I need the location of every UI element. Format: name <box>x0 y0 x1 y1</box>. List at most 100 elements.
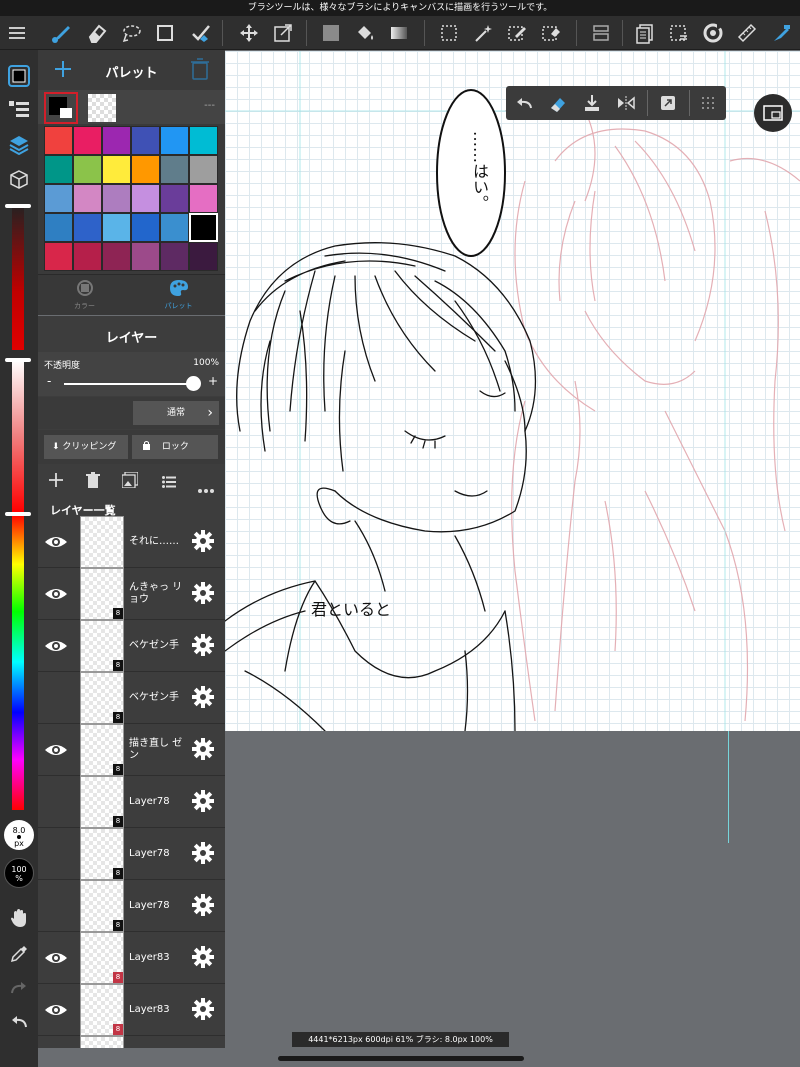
navigator-icon[interactable] <box>754 94 792 132</box>
color-swatch[interactable] <box>189 126 218 155</box>
fill-brush-icon[interactable] <box>184 16 218 50</box>
layer-row[interactable]: それに…… <box>38 516 225 568</box>
3d-material-icon[interactable] <box>4 166 34 194</box>
eye-icon[interactable] <box>44 998 68 1022</box>
opacity-track[interactable] <box>64 383 194 385</box>
color-swatch[interactable] <box>160 155 189 184</box>
color-swatch[interactable] <box>102 184 131 213</box>
color-swatch[interactable] <box>73 126 102 155</box>
undo-icon[interactable] <box>4 1008 34 1036</box>
color-swatch[interactable] <box>160 213 189 242</box>
merge-down-icon[interactable] <box>576 86 608 120</box>
eye-icon[interactable] <box>44 634 68 658</box>
gear-icon[interactable] <box>192 894 216 918</box>
move-icon[interactable] <box>232 16 266 50</box>
layer-list-view-icon[interactable] <box>162 473 176 492</box>
transform-icon[interactable] <box>266 16 300 50</box>
image-layer-icon[interactable] <box>121 471 139 492</box>
layer-row[interactable]: 8 ベケゼン手 <box>38 672 225 724</box>
gear-icon[interactable] <box>192 738 216 762</box>
trash-icon[interactable] <box>190 58 212 82</box>
opacity-minus-button[interactable]: - <box>47 374 51 388</box>
opacity-slider-handle[interactable] <box>5 358 31 362</box>
transparent-swatch[interactable] <box>88 94 116 122</box>
brush-size-indicator[interactable]: 8.0 px <box>4 820 34 850</box>
layers-panel-icon[interactable] <box>628 16 662 50</box>
color-chip-icon[interactable] <box>4 62 34 90</box>
color-swatch[interactable] <box>160 126 189 155</box>
color-swatch[interactable] <box>102 213 131 242</box>
hand-icon[interactable] <box>4 904 34 932</box>
color-swatch[interactable] <box>131 213 160 242</box>
gear-icon[interactable] <box>192 686 216 710</box>
color-swatch[interactable] <box>189 184 218 213</box>
select-toggle-icon[interactable] <box>662 16 696 50</box>
color-swatch[interactable] <box>44 184 73 213</box>
color-swatch[interactable] <box>102 126 131 155</box>
magic-wand-icon[interactable] <box>466 16 500 50</box>
gradient-icon[interactable] <box>382 16 416 50</box>
redo-icon[interactable] <box>4 974 34 1002</box>
eye-icon[interactable] <box>44 582 68 606</box>
layer-row[interactable]: 8 Layer83 <box>38 932 225 984</box>
eraser-icon[interactable] <box>80 16 114 50</box>
brush-opacity-indicator[interactable]: 100 % <box>4 858 34 888</box>
bucket-icon[interactable] <box>348 16 382 50</box>
select-rect-icon[interactable] <box>432 16 466 50</box>
drawing-canvas[interactable]: ……はい。 君といると <box>225 51 800 731</box>
hue-slider[interactable] <box>12 514 24 810</box>
gear-icon[interactable] <box>192 946 216 970</box>
snap-icon[interactable] <box>764 16 798 50</box>
size-slider-handle[interactable] <box>5 204 31 208</box>
tab-color[interactable]: カラー <box>38 275 131 316</box>
layer-row[interactable]: 8 んきゃっ リョウ <box>38 568 225 620</box>
gear-icon[interactable] <box>192 842 216 866</box>
layer-row[interactable]: 8 Layer78 <box>38 880 225 932</box>
clipping-button[interactable]: ⬇ クリッピング <box>44 435 128 459</box>
flip-horizontal-icon[interactable] <box>610 86 642 120</box>
color-swatch[interactable] <box>73 155 102 184</box>
layers-icon[interactable] <box>4 130 34 158</box>
more-grid-icon[interactable] <box>692 86 724 120</box>
opacity-knob[interactable] <box>186 376 201 391</box>
color-swatch[interactable] <box>189 155 218 184</box>
color-swatch[interactable] <box>44 242 73 271</box>
current-color-swatch[interactable] <box>44 92 78 124</box>
rect-shape-icon[interactable] <box>148 16 182 50</box>
layer-row[interactable]: 8 描き直し ゼン <box>38 724 225 776</box>
gear-icon[interactable] <box>192 790 216 814</box>
layer-row[interactable]: 8 Layer78 <box>38 776 225 828</box>
delete-layer-icon[interactable] <box>86 472 100 492</box>
add-layer-icon[interactable] <box>48 472 64 492</box>
undo-float-icon[interactable] <box>508 86 540 120</box>
layer-row[interactable]: 8 Layer83 <box>38 984 225 1036</box>
layer-row[interactable]: 8 ベケゼン手 <box>38 620 225 672</box>
color-swatch[interactable] <box>131 184 160 213</box>
color-swatch[interactable] <box>73 213 102 242</box>
layer-option-icon[interactable] <box>584 16 618 50</box>
eyedropper-icon[interactable] <box>4 940 34 968</box>
gear-icon[interactable] <box>192 634 216 658</box>
brush-size-slider[interactable] <box>12 204 24 350</box>
opacity-plus-button[interactable]: + <box>208 374 218 388</box>
gear-icon[interactable] <box>192 530 216 554</box>
layer-row[interactable]: Layer83 <box>38 1036 225 1048</box>
gear-icon[interactable] <box>192 998 216 1022</box>
tab-palette[interactable]: パレット <box>132 275 225 316</box>
layer-row[interactable]: 8 Layer78 <box>38 828 225 880</box>
color-swatch[interactable] <box>102 155 131 184</box>
eye-icon[interactable] <box>44 530 68 554</box>
color-swatch[interactable] <box>160 184 189 213</box>
layer-list-icon[interactable] <box>4 96 34 124</box>
color-swatch[interactable] <box>73 242 102 271</box>
more-options-icon[interactable] <box>198 478 214 497</box>
ruler-icon[interactable] <box>730 16 764 50</box>
color-swatch[interactable] <box>189 242 218 271</box>
rotate-icon[interactable] <box>696 16 730 50</box>
color-swatch[interactable] <box>44 213 73 242</box>
color-swatch[interactable] <box>131 242 160 271</box>
lasso-select-icon[interactable] <box>114 16 148 50</box>
eye-icon[interactable] <box>44 738 68 762</box>
eye-icon[interactable] <box>44 946 68 970</box>
blend-mode-select[interactable]: 通常 › <box>133 401 219 425</box>
